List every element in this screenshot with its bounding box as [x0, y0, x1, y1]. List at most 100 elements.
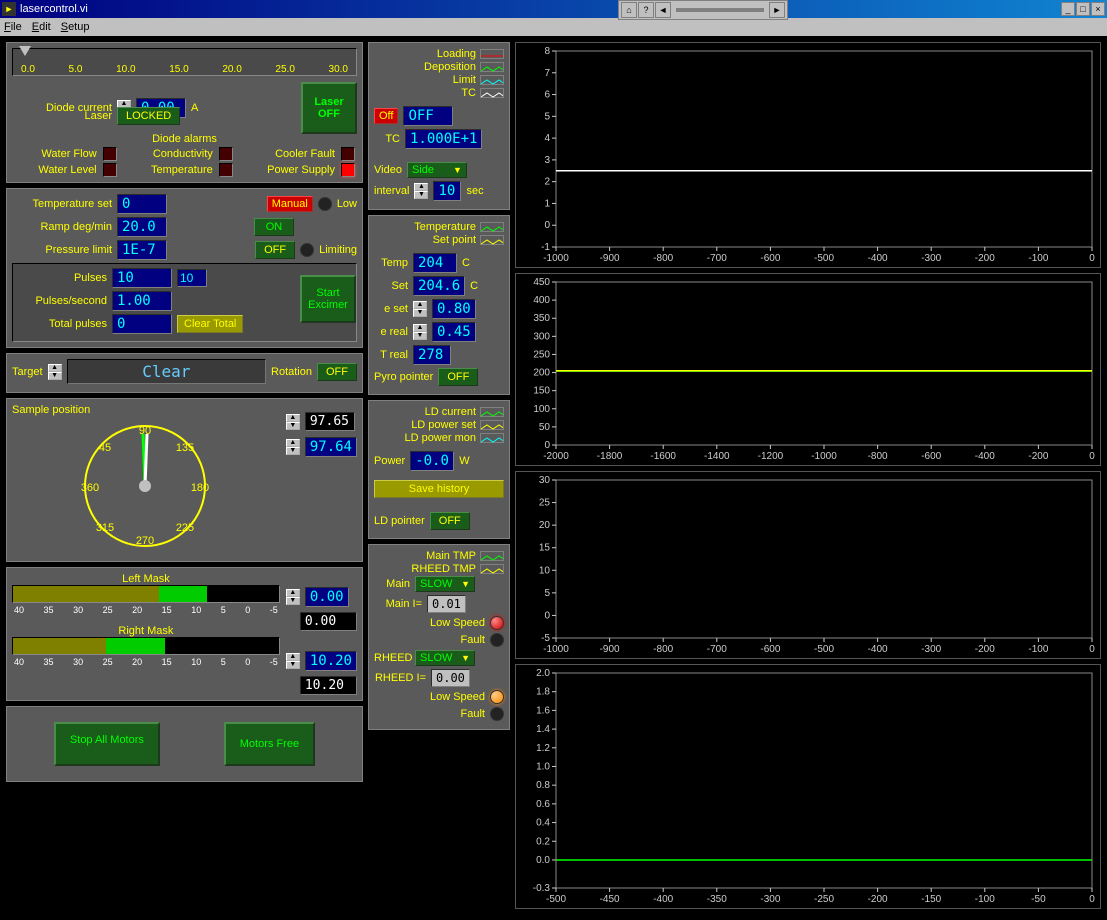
manual-button[interactable]: Manual [267, 196, 313, 212]
laser-off-button[interactable]: Laser OFF [301, 82, 357, 134]
svg-text:0: 0 [544, 220, 550, 231]
target-panel: Target ▲▼ Clear Rotation OFF [6, 353, 363, 393]
water-flow-label: Water Flow [12, 148, 97, 160]
slider-thumb-icon[interactable] [19, 46, 31, 56]
svg-text:0: 0 [1089, 253, 1095, 264]
video-select[interactable]: Side [407, 162, 467, 178]
next-icon[interactable]: ► [769, 2, 785, 18]
maximize-button[interactable]: □ [1076, 2, 1090, 16]
left-mask-bar[interactable] [12, 585, 280, 603]
ereal-value[interactable]: 0.45 [432, 322, 476, 342]
right-mask-val1[interactable]: 10.20 [305, 651, 357, 671]
stop-all-motors-button[interactable]: Stop All Motors [54, 722, 160, 766]
svg-text:0: 0 [544, 440, 550, 451]
left-mask-val1[interactable]: 0.00 [305, 587, 349, 607]
interval-label: interval [374, 185, 409, 197]
eset-value[interactable]: 0.80 [432, 299, 476, 319]
right-mask-stepper[interactable]: ▲▼ [286, 653, 300, 669]
prev-icon[interactable]: ◄ [655, 2, 671, 18]
ld-chart[interactable]: -5051015202530-1000-900-800-700-600-500-… [515, 471, 1101, 659]
svg-text:315: 315 [96, 522, 114, 534]
eset-stepper[interactable]: ▲▼ [413, 301, 427, 317]
loading-chart[interactable]: -1012345678-1000-900-800-700-600-500-400… [515, 42, 1101, 268]
svg-text:-200: -200 [975, 253, 995, 264]
svg-text:-2000: -2000 [543, 451, 569, 462]
rheed-low-speed-label: Low Speed [430, 691, 485, 703]
pulses-label: Pulses [17, 272, 107, 284]
menu-file[interactable]: File [4, 21, 22, 33]
video-label: Video [374, 164, 402, 176]
sample-pos1[interactable]: 97.65 [305, 412, 355, 431]
close-button[interactable]: × [1091, 2, 1105, 16]
left-mask-label: Left Mask [12, 573, 280, 585]
svg-text:0: 0 [1089, 644, 1095, 655]
svg-text:-1400: -1400 [704, 451, 730, 462]
clear-total-button[interactable]: Clear Total [177, 315, 243, 333]
svg-text:0.0: 0.0 [536, 855, 550, 866]
save-history-button[interactable]: Save history [374, 480, 504, 498]
rheed-i-value: 0.00 [431, 669, 470, 687]
motors-free-button[interactable]: Motors Free [224, 722, 315, 766]
diode-current-slider[interactable]: 0.05.010.015.020.025.030.0 [12, 48, 357, 76]
tool-icon[interactable]: ⌂ [621, 2, 637, 18]
floating-toolbar[interactable]: ⌂ ? ◄ ► [618, 0, 788, 20]
menu-setup[interactable]: Setup [61, 21, 90, 33]
target-value[interactable]: Clear [67, 359, 266, 384]
low-label: Low [337, 198, 357, 210]
svg-text:-700: -700 [707, 253, 727, 264]
svg-text:-900: -900 [600, 253, 620, 264]
svg-text:-1: -1 [541, 242, 550, 253]
ramp-on-button[interactable]: ON [254, 218, 294, 236]
tmp-chart[interactable]: -0.30.00.20.40.60.81.01.21.41.61.82.0-50… [515, 664, 1101, 909]
menubar: File Edit Setup [0, 18, 1107, 36]
svg-text:0: 0 [544, 610, 550, 621]
temperature-chart[interactable]: 050100150200250300350400450-2000-1800-16… [515, 273, 1101, 466]
svg-text:180: 180 [191, 482, 209, 494]
conductivity-label: Conductivity [125, 148, 213, 160]
left-mask-stepper[interactable]: ▲▼ [286, 589, 300, 605]
ld-pointer-button[interactable]: OFF [430, 512, 470, 530]
toolbar-slider[interactable] [676, 8, 764, 12]
ramp-label: Ramp deg/min [12, 221, 112, 233]
pos1-stepper[interactable]: ▲▼ [286, 414, 300, 430]
minimize-button[interactable]: _ [1061, 2, 1075, 16]
ramp-value[interactable]: 20.0 [117, 217, 167, 237]
pps-value[interactable]: 1.00 [112, 291, 172, 311]
temp-set-value[interactable]: 0 [117, 194, 167, 214]
svg-text:100: 100 [533, 404, 550, 415]
set-label: Set [374, 280, 408, 292]
svg-text:-350: -350 [707, 894, 727, 905]
target-stepper[interactable]: ▲▼ [48, 364, 62, 380]
sample-pos2[interactable]: 97.64 [305, 437, 357, 457]
pressure-limit-value[interactable]: 1E-7 [117, 240, 167, 260]
interval-stepper[interactable]: ▲▼ [414, 183, 428, 199]
power-value: -0.0 [410, 451, 454, 471]
interval-value[interactable]: 10 [433, 181, 461, 201]
rotation-button[interactable]: OFF [317, 363, 357, 381]
angle-gauge[interactable]: 9045135 360180 315225270 [75, 416, 215, 556]
rheed-select[interactable]: SLOW [415, 650, 475, 666]
start-excimer-button[interactable]: Start Excimer [300, 275, 356, 323]
right-mask-label: Right Mask [12, 625, 280, 637]
svg-text:-900: -900 [600, 644, 620, 655]
tc-label: TC [374, 133, 400, 145]
total-pulses-label: Total pulses [17, 318, 107, 330]
pressure-limit-off-button[interactable]: OFF [255, 241, 295, 259]
off-button[interactable]: Off [374, 108, 398, 124]
svg-text:1.0: 1.0 [536, 761, 550, 772]
main-select[interactable]: SLOW [415, 576, 475, 592]
pyro-button[interactable]: OFF [438, 368, 478, 386]
diode-current-unit: A [191, 102, 198, 114]
svg-text:20: 20 [539, 520, 551, 531]
legend-setpoint: Set point [433, 234, 476, 246]
pulses-value[interactable]: 10 [112, 268, 172, 288]
svg-text:7: 7 [544, 68, 550, 79]
help-icon[interactable]: ? [638, 2, 654, 18]
svg-text:-400: -400 [975, 451, 995, 462]
menu-edit[interactable]: Edit [32, 21, 51, 33]
main-i-value: 0.01 [427, 595, 466, 613]
legend-tc: TC [461, 87, 476, 99]
right-mask-bar[interactable] [12, 637, 280, 655]
ereal-stepper[interactable]: ▲▼ [413, 324, 427, 340]
pos2-stepper[interactable]: ▲▼ [286, 439, 300, 455]
